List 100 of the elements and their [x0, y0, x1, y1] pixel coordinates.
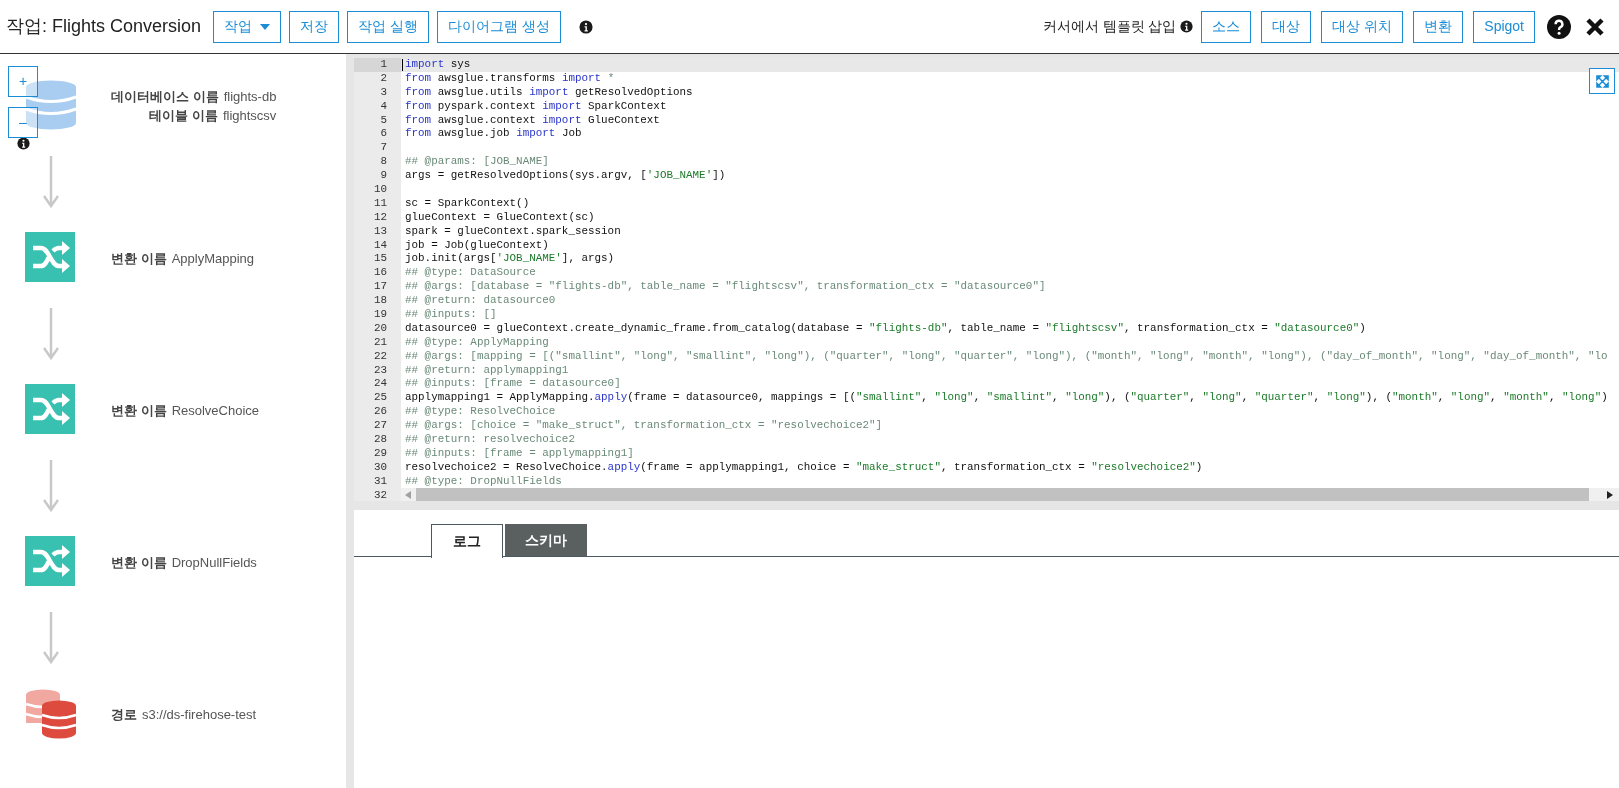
line-number: 7 — [379, 141, 388, 156]
code-line: from pyspark.context import SparkContext — [405, 99, 667, 112]
line-number: 16 — [372, 266, 388, 281]
code-line: applymapping1 = ApplyMapping.apply(frame = datasource0, mappings = [("smallint", "long", "smallint", "long"), ("quarter", "long", "quarter", "long"), ("month", "long", "month", "long") — [405, 391, 1608, 404]
field-label: 변환 이름 — [111, 401, 167, 420]
field-label: 테이블 이름 — [149, 107, 218, 125]
code-line: job.init(args['JOB_NAME'], args) — [405, 252, 615, 265]
code-line: ## @inputs: [] — [405, 308, 497, 321]
code-line: spark = glueContext.spark_session — [405, 224, 621, 237]
line-number: 15 — [372, 252, 388, 267]
code-line: import sys — [405, 58, 471, 70]
down-arrow-icon — [43, 156, 59, 208]
info-icon — [1180, 20, 1194, 33]
text-cursor — [402, 59, 403, 71]
line-number: 11 — [372, 196, 388, 211]
code-line: ## @type: DropNullFields — [405, 474, 562, 487]
scroll-right-icon[interactable] — [1607, 490, 1613, 499]
code-line: ## @type: ResolveChoice — [405, 405, 556, 418]
job-title: 작업: Flights Conversion — [6, 15, 202, 38]
panel-tab[interactable]: 로그 — [431, 524, 503, 558]
code-line: ## @args: [choice = "make_struct", transformation_ctx = "resolvechoice2"] — [405, 419, 883, 432]
line-number: 32 — [372, 488, 388, 501]
zoom-button[interactable]: – — [8, 107, 38, 138]
scroll-left-icon[interactable] — [405, 490, 411, 499]
shuffle-icon — [25, 232, 77, 284]
shuffle-icon — [25, 536, 77, 588]
code-line: job = Job(glueContext) — [405, 238, 549, 251]
dropdown-button[interactable]: 작업 — [213, 10, 282, 43]
code-line: ## @type: DataSource — [405, 266, 536, 279]
code-line: sc = SparkContext() — [405, 196, 530, 209]
line-number: 8 — [379, 155, 388, 170]
code-line: glueContext = GlueContext(sc) — [405, 210, 595, 223]
line-number: 19 — [372, 308, 388, 322]
line-number: 28 — [372, 433, 388, 447]
toolbar-button[interactable]: 작업 실행 — [347, 10, 429, 43]
insert-button[interactable]: 소스 — [1201, 10, 1252, 43]
line-number: 12 — [372, 210, 388, 225]
field-value: s3://ds-firehose-test — [142, 705, 257, 724]
code-line: ## @inputs: [frame = datasource0] — [405, 377, 621, 390]
line-number: 17 — [372, 280, 388, 295]
line-number: 24 — [372, 377, 388, 392]
down-arrow-icon — [43, 308, 59, 360]
expand-button[interactable] — [1589, 68, 1615, 94]
code-line: resolvechoice2 = ResolveChoice.apply(frame = applymapping1, choice = "make_struct", transformation_ctx = "resolvechoice2") — [405, 460, 1203, 473]
line-number: 20 — [372, 321, 388, 336]
field-value: flights-db — [223, 88, 277, 106]
line-number: 18 — [372, 294, 388, 309]
code-line: from awsglue.context import GlueContext — [405, 113, 660, 126]
field-label: 데이터베이스 이름 — [111, 88, 219, 106]
code-line: ## @type: ApplyMapping — [405, 335, 549, 348]
shuffle-icon — [25, 384, 77, 436]
line-number: 27 — [372, 419, 388, 434]
code-line: ## @params: [JOB_NAME] — [405, 155, 549, 168]
field-label: 경로 — [111, 705, 137, 724]
field-label: 변환 이름 — [111, 249, 167, 268]
horizontal-scrollbar[interactable] — [401, 488, 1619, 501]
line-number: 10 — [372, 183, 388, 197]
code-line: ## @args: [database = "flights-db", table_name = "flightscsv", transformation_ctx = "datasource0"] — [405, 280, 1046, 293]
field-value: flightscsv — [222, 107, 277, 125]
line-number: 25 — [372, 391, 388, 406]
code-line: from awsglue.job import Job — [405, 127, 582, 140]
down-arrow-icon — [43, 612, 59, 664]
code-line: datasource0 = glueContext.create_dynamic_frame.from_catalog(database = "flights-db", table_name = "flightscsv", transformation_ctx = "datasource0") — [405, 321, 1366, 334]
line-number: 29 — [372, 446, 388, 461]
insert-button[interactable]: 대상 — [1261, 10, 1312, 43]
zoom-button[interactable]: + — [8, 66, 38, 97]
line-number: 3 — [379, 85, 388, 100]
line-number: 26 — [372, 405, 388, 420]
code-line: ## @return: applymapping1 — [405, 363, 569, 376]
code-line: args = getResolvedOptions(sys.argv, ['JOB_NAME']) — [405, 169, 726, 182]
expand-icon — [1595, 74, 1609, 88]
code-line: from awsglue.transforms import * — [405, 71, 615, 84]
line-number: 1 — [354, 58, 401, 72]
line-number: 22 — [372, 349, 388, 364]
info-icon — [578, 19, 593, 34]
insert-button[interactable]: 변환 — [1413, 10, 1464, 43]
toolbar-button[interactable]: 다이어그램 생성 — [436, 10, 561, 43]
panel-tab[interactable]: 스키마 — [505, 524, 587, 556]
help-icon — [1547, 14, 1571, 39]
line-number: 23 — [372, 363, 388, 378]
line-number: 2 — [379, 71, 388, 86]
line-number: 14 — [372, 238, 388, 253]
code-line: from awsglue.utils import getResolvedOptions — [405, 85, 693, 98]
info-icon — [17, 137, 30, 150]
code-line: ## @return: datasource0 — [405, 294, 556, 307]
field-value: ResolveChoice — [171, 401, 260, 420]
code-line: ## @return: resolvechoice2 — [405, 433, 575, 446]
close-icon — [1585, 16, 1605, 37]
code-line: ## @args: [mapping = [("smallint", "long", "smallint", "long"), ("quarter", "long", "quarter", "long"), ("month", "long", "month", "long"), ("day_of_month", "long", "day_of_month", "lo — [405, 349, 1608, 362]
line-number: 5 — [379, 113, 388, 128]
insert-template-label: 커서에서 템플릿 삽입 — [1042, 17, 1177, 36]
line-number: 21 — [372, 335, 388, 350]
line-number: 9 — [379, 169, 388, 183]
insert-button[interactable]: 대상 위치 — [1321, 10, 1404, 43]
line-number: 4 — [379, 99, 388, 114]
line-number: 13 — [372, 224, 388, 239]
toolbar-button[interactable]: 저장 — [289, 10, 340, 43]
line-number: 31 — [372, 474, 388, 489]
insert-button[interactable]: Spigot — [1473, 10, 1535, 43]
code-line: ## @inputs: [frame = applymapping1] — [405, 446, 634, 459]
